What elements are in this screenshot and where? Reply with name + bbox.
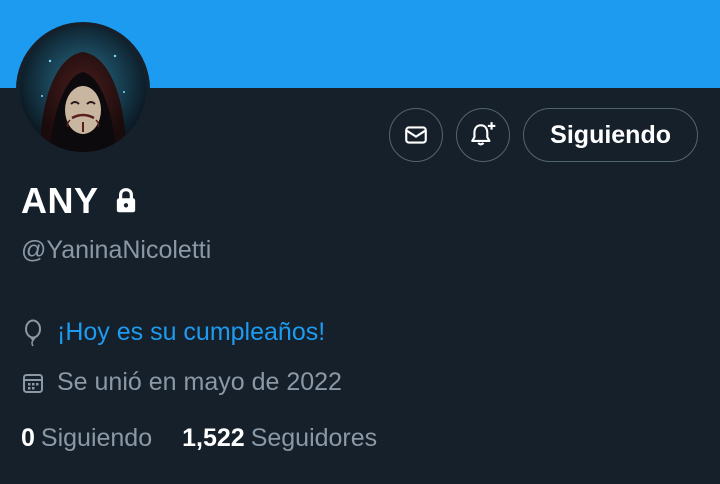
followers-label: Seguidores [250,424,378,452]
envelope-icon [405,126,428,144]
name-row: ANY [21,180,139,222]
user-handle: @YaninaNicoletti [21,236,212,264]
avatar[interactable] [20,26,146,152]
following-label: Siguiendo [40,424,153,452]
following-button[interactable]: Siguiendo [523,108,698,162]
profile-page: Siguiendo ANY @YaninaNicoletti ¡Hoy es s… [0,0,720,484]
lock-icon [116,188,135,213]
calendar-icon [23,373,43,393]
following-count: 0 [21,424,35,452]
join-date-info: Se unió en mayo de 2022 [21,368,342,397]
followers-stat-link[interactable]: 1,522 Seguidores [182,424,377,453]
follow-stats: 0 Siguiendo 1,522 Seguidores [21,424,377,453]
notifications-button[interactable] [456,108,511,162]
birthday-text: ¡Hoy es su cumpleaños! [57,318,326,346]
join-date-text: Se unió en mayo de 2022 [57,368,342,396]
display-name: ANY [21,180,99,221]
balloon-icon [25,319,41,346]
birthday-info: ¡Hoy es su cumpleaños! [21,318,325,347]
following-stat-link[interactable]: 0 Siguiendo [21,424,152,453]
following-button-label: Siguiendo [550,120,671,149]
profile-actions: Siguiendo [389,108,698,162]
message-button[interactable] [389,108,444,162]
avatar-frame [16,22,150,156]
bell-plus-icon [471,122,496,146]
followers-count: 1,522 [182,424,245,452]
